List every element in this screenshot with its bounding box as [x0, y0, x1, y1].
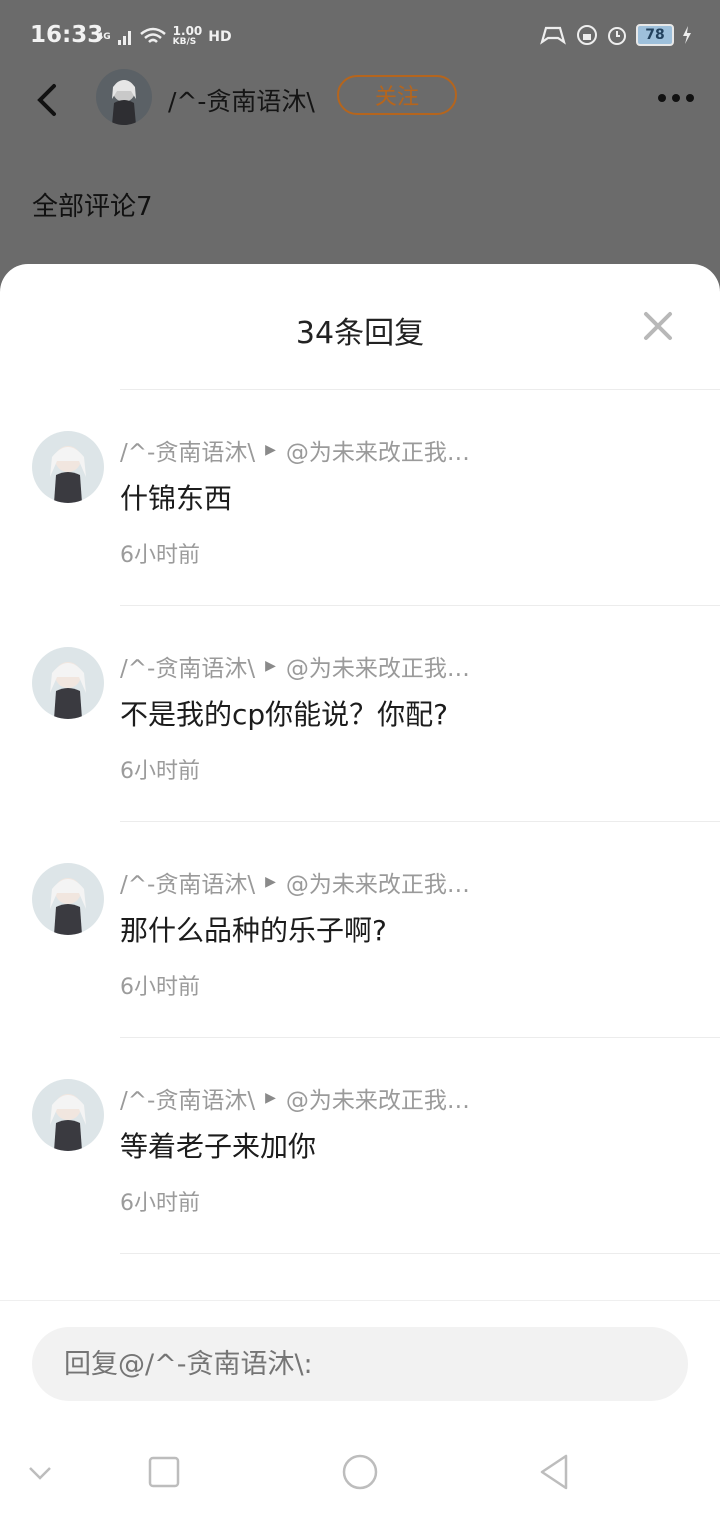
back-button[interactable] [30, 80, 66, 120]
lock-rotation-icon [577, 25, 597, 45]
close-button[interactable] [640, 308, 676, 344]
reply-input[interactable] [32, 1327, 688, 1401]
avatar-image [50, 1094, 86, 1151]
charging-icon [683, 26, 691, 44]
avatar-image [50, 662, 86, 719]
reply-time: 6小时前 [120, 975, 200, 1000]
network-type: 4G [97, 32, 111, 42]
system-nav-bar [0, 1420, 720, 1520]
recent-apps-button[interactable] [144, 1452, 184, 1492]
status-left-icons: 4G 1.00 KB/S HD [97, 22, 232, 52]
reply-arrow-icon: ▶ [265, 1090, 276, 1106]
net-speed: 1.00 KB/S [172, 24, 203, 48]
reply-author[interactable]: /^-贪南语沐\ [120, 865, 255, 899]
page-header: /^-贪南语沐\ 关注 [0, 64, 720, 134]
chevron-down-icon[interactable] [20, 1452, 60, 1492]
net-speed-unit: KB/S [172, 37, 197, 47]
header-avatar[interactable] [96, 69, 152, 125]
reply-item[interactable]: /^-贪南语沐\ ▶ @为未来改正我… 那什么品种的乐子啊? 6小时前 [0, 821, 720, 1036]
reply-text: 不是我的cp你能说？你配? [120, 698, 449, 731]
alarm-icon [608, 27, 626, 45]
reply-header: /^-贪南语沐\ ▶ @为未来改正我… [120, 649, 470, 683]
back-nav-button[interactable] [536, 1452, 576, 1492]
home-button[interactable] [340, 1452, 380, 1492]
reply-item[interactable]: /^-贪南语沐\ ▶ @为未来改正我… 什锦东西 6小时前 [0, 389, 720, 604]
divider [120, 1253, 720, 1254]
header-username[interactable]: /^-贪南语沐\ [168, 82, 315, 118]
reply-author[interactable]: /^-贪南语沐\ [120, 1081, 255, 1115]
status-bar: 16:33 4G 1.00 KB/S HD 78 [0, 0, 720, 72]
reply-avatar[interactable] [32, 647, 104, 719]
reply-header: /^-贪南语沐\ ▶ @为未来改正我… [120, 865, 470, 899]
follow-button[interactable]: 关注 [337, 75, 457, 115]
reply-header: /^-贪南语沐\ ▶ @为未来改正我… [120, 433, 470, 467]
reply-item[interactable]: /^-贪南语沐\ ▶ @为未来改正我… 等着老子来加你 6小时前 [0, 1037, 720, 1252]
more-dot [658, 94, 666, 102]
reply-target[interactable]: @为未来改正我… [286, 649, 470, 683]
reply-avatar[interactable] [32, 863, 104, 935]
reply-time: 6小时前 [120, 759, 200, 784]
reply-arrow-icon: ▶ [265, 874, 276, 890]
reply-author[interactable]: /^-贪南语沐\ [120, 649, 255, 683]
reply-arrow-icon: ▶ [265, 442, 276, 458]
reply-item[interactable]: /^-贪南语沐\ ▶ @为未来改正我… 不是我的cp你能说？你配? 6小时前 [0, 605, 720, 820]
more-dot [686, 94, 694, 102]
net-speed-value: 1.00 [172, 24, 203, 38]
hd-badge: HD [208, 29, 232, 45]
status-time: 16:33 [30, 22, 104, 48]
avatar-image [112, 80, 136, 125]
reply-arrow-icon: ▶ [265, 658, 276, 674]
game-controller-icon [540, 26, 566, 45]
reply-author[interactable]: /^-贪南语沐\ [120, 433, 255, 467]
reply-avatar[interactable] [32, 1079, 104, 1151]
replies-sheet: 34条回复 /^-贪南语沐\ ▶ @为未来改正我… 什锦东西 6小时前 /^-贪… [0, 264, 720, 1520]
reply-time: 6小时前 [120, 1191, 200, 1216]
avatar-image [50, 446, 86, 503]
reply-time: 6小时前 [120, 543, 200, 568]
reply-text: 什锦东西 [120, 482, 233, 515]
reply-avatar[interactable] [32, 431, 104, 503]
reply-input-bar [0, 1300, 720, 1421]
status-right-icons: 78 [538, 24, 692, 46]
all-comments-title: 全部评论7 [32, 192, 153, 222]
reply-text: 等着老子来加你 [120, 1130, 317, 1163]
reply-target[interactable]: @为未来改正我… [286, 433, 470, 467]
more-dot [672, 94, 680, 102]
reply-header: /^-贪南语沐\ ▶ @为未来改正我… [120, 1081, 470, 1115]
more-options-button[interactable] [658, 94, 694, 102]
sheet-title: 34条回复 [295, 316, 425, 351]
wifi-icon [139, 27, 166, 43]
reply-target[interactable]: @为未来改正我… [286, 1081, 470, 1115]
avatar-image [50, 878, 86, 935]
reply-text: 那什么品种的乐子啊? [120, 914, 387, 947]
reply-target[interactable]: @为未来改正我… [286, 865, 470, 899]
battery-icon: 78 [636, 24, 674, 46]
signal-icon [117, 31, 131, 45]
